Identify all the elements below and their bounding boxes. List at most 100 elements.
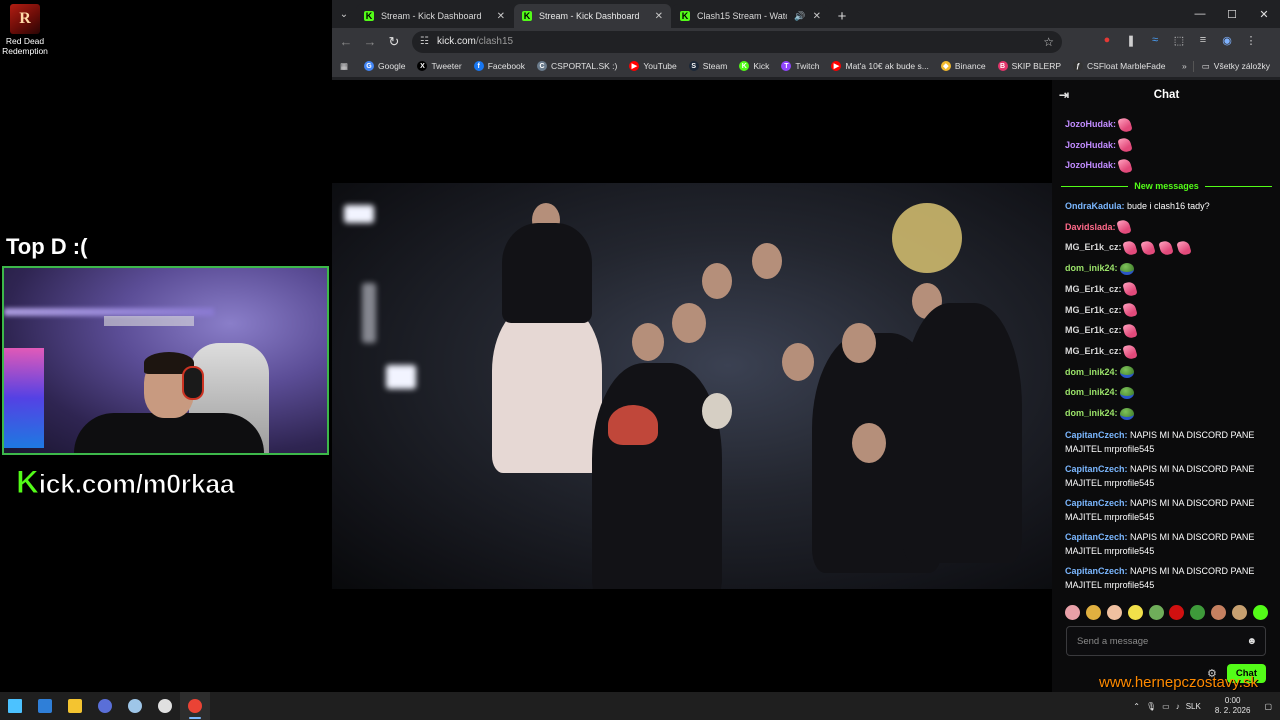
chat-username[interactable]: CapitanCzech:: [1065, 566, 1128, 576]
chat-username[interactable]: MG_Er1k_cz:: [1065, 305, 1122, 315]
bookmark-item[interactable]: G Google: [358, 61, 411, 71]
browser-tab[interactable]: K Clash15 Stream - Watch Live 🔊 ✕: [672, 4, 829, 28]
extension-icon[interactable]: ❚: [1122, 31, 1140, 49]
apps-grid-icon[interactable]: ▦: [332, 61, 358, 72]
video-player[interactable]: [332, 80, 1052, 692]
chat-username[interactable]: Davidslada:: [1065, 222, 1116, 232]
chat-message[interactable]: JozoHudak:: [1065, 155, 1268, 176]
chat-message[interactable]: MG_Er1k_cz:: [1065, 320, 1268, 341]
chat-message[interactable]: MG_Er1k_cz:: [1065, 300, 1268, 321]
tab-search-icon[interactable]: ⌄: [332, 0, 356, 28]
chat-username[interactable]: MG_Er1k_cz:: [1065, 284, 1122, 294]
extensions-puzzle-icon[interactable]: ⬚: [1170, 31, 1188, 49]
site-info-icon[interactable]: ☷: [420, 36, 429, 47]
notifications-icon[interactable]: ▢: [1264, 702, 1272, 711]
collapse-chat-icon[interactable]: ⇥: [1059, 88, 1069, 102]
reload-icon[interactable]: ↻: [382, 30, 406, 54]
chat-message[interactable]: MG_Er1k_cz:: [1065, 237, 1268, 258]
chat-username[interactable]: JozoHudak:: [1065, 140, 1116, 150]
tab-close-icon[interactable]: ✕: [497, 11, 505, 22]
chat-username[interactable]: CapitanCzech:: [1065, 532, 1128, 542]
chrome-menu-icon[interactable]: ⋮: [1242, 31, 1260, 49]
bookmark-item[interactable]: C CSPORTAL.SK :): [531, 61, 623, 71]
chat-username[interactable]: JozoHudak:: [1065, 160, 1116, 170]
chat-message[interactable]: MG_Er1k_cz:: [1065, 341, 1268, 362]
quick-emote-icon[interactable]: [1252, 605, 1268, 620]
bookmark-item[interactable]: S Steam: [683, 61, 734, 71]
record-extension-icon[interactable]: ●: [1098, 31, 1116, 49]
audio-playing-icon[interactable]: 🔊: [794, 11, 805, 22]
bookmarks-overflow-icon[interactable]: »: [1176, 61, 1193, 71]
profile-avatar-icon[interactable]: ◉: [1218, 31, 1236, 49]
chrome-alt-icon[interactable]: [90, 692, 120, 720]
quick-emote-icon[interactable]: [1232, 605, 1247, 620]
windows-start-icon[interactable]: [0, 692, 30, 720]
browser-tab[interactable]: K Stream - Kick Dashboard ✕: [514, 4, 671, 28]
chat-username[interactable]: dom_inik24:: [1065, 408, 1118, 418]
network-icon[interactable]: ▭: [1162, 702, 1170, 711]
browser-tab[interactable]: K Stream - Kick Dashboard ✕: [356, 4, 513, 28]
chat-message[interactable]: Davidslada:: [1065, 217, 1268, 238]
quick-emote-icon[interactable]: [1106, 605, 1122, 620]
bookmark-item[interactable]: K Kick: [733, 61, 775, 71]
reading-list-icon[interactable]: ≡: [1194, 31, 1212, 49]
quick-emote-icon[interactable]: [1127, 605, 1143, 620]
forward-icon[interactable]: →: [358, 30, 382, 54]
chat-username[interactable]: CapitanCzech:: [1065, 464, 1128, 474]
tray-chevron-icon[interactable]: ⌃: [1133, 702, 1140, 711]
quick-emote-icon[interactable]: [1065, 605, 1080, 620]
quick-emote-icon[interactable]: [1085, 605, 1101, 620]
close-icon[interactable]: ✕: [1248, 0, 1280, 28]
bookmark-item[interactable]: X Tweeter: [411, 61, 467, 71]
obs-icon[interactable]: [150, 692, 180, 720]
bookmark-item[interactable]: ▶ Mat'a 10€ ak bude s...: [825, 61, 934, 71]
translate-extension-icon[interactable]: ≈: [1146, 31, 1164, 49]
chat-message[interactable]: JozoHudak:: [1065, 135, 1268, 156]
quick-emote-icon[interactable]: [1148, 605, 1164, 620]
red-dead-redemption-desktop-icon[interactable]: Red Dead Redemption: [2, 4, 48, 56]
chat-message[interactable]: MG_Er1k_cz:: [1065, 279, 1268, 300]
chat-username[interactable]: MG_Er1k_cz:: [1065, 346, 1122, 356]
microphone-icon[interactable]: 🎙: [1146, 702, 1156, 711]
clock[interactable]: 0:00 8. 2. 2026: [1215, 696, 1251, 716]
chat-message[interactable]: JozoHudak:: [1065, 114, 1268, 135]
bookmark-item[interactable]: ƒ CSFloat MarbleFade: [1067, 61, 1171, 71]
steam-icon[interactable]: [120, 692, 150, 720]
chat-message[interactable]: CapitanCzech: NAPIS MI NA DISCORD PANE M…: [1065, 560, 1268, 594]
chat-message-input[interactable]: Send a message ☻: [1066, 626, 1266, 656]
chat-username[interactable]: CapitanCzech:: [1065, 498, 1128, 508]
minimize-icon[interactable]: —: [1184, 0, 1216, 28]
back-icon[interactable]: ←: [334, 30, 358, 54]
chat-username[interactable]: MG_Er1k_cz:: [1065, 325, 1122, 335]
language-indicator[interactable]: SLK: [1186, 702, 1201, 711]
volume-icon[interactable]: ♪: [1176, 702, 1180, 711]
app-blue-icon[interactable]: [30, 692, 60, 720]
address-bar[interactable]: ☷ kick.com/clash15 ☆: [412, 30, 1062, 53]
chat-username[interactable]: dom_inik24:: [1065, 387, 1118, 397]
chat-username[interactable]: JozoHudak:: [1065, 119, 1116, 129]
all-bookmarks-button[interactable]: ▭ Všetky záložky: [1192, 60, 1280, 72]
bookmark-item[interactable]: ▶ YouTube: [623, 61, 682, 71]
chat-username[interactable]: dom_inik24:: [1065, 367, 1118, 377]
quick-emote-icon[interactable]: [1190, 605, 1206, 620]
bookmark-star-icon[interactable]: ☆: [1043, 35, 1054, 49]
quick-emote-icon[interactable]: [1169, 605, 1185, 620]
bookmark-item[interactable]: T Twitch: [775, 61, 825, 71]
tab-close-icon[interactable]: ✕: [813, 11, 821, 22]
chat-message[interactable]: CapitanCzech: NAPIS MI NA DISCORD PANE M…: [1065, 526, 1268, 560]
quick-emote-icon[interactable]: [1211, 605, 1227, 620]
chat-message[interactable]: dom_inik24:: [1065, 258, 1268, 279]
chrome-icon[interactable]: [180, 692, 210, 720]
chat-username[interactable]: MG_Er1k_cz:: [1065, 242, 1122, 252]
tab-close-icon[interactable]: ✕: [655, 11, 663, 22]
chat-username[interactable]: dom_inik24:: [1065, 263, 1118, 273]
emoji-picker-icon[interactable]: ☻: [1246, 636, 1257, 647]
chat-message[interactable]: CapitanCzech: NAPIS MI NA DISCORD PANE M…: [1065, 458, 1268, 492]
maximize-icon[interactable]: ☐: [1216, 0, 1248, 28]
file-explorer-icon[interactable]: [60, 692, 90, 720]
chat-username[interactable]: OndraKadula:: [1065, 201, 1125, 211]
chat-message[interactable]: dom_inik24:: [1065, 403, 1268, 424]
new-tab-button[interactable]: +: [830, 4, 854, 28]
chat-message[interactable]: dom_inik24:: [1065, 362, 1268, 383]
chat-message[interactable]: dom_inik24:: [1065, 382, 1268, 403]
